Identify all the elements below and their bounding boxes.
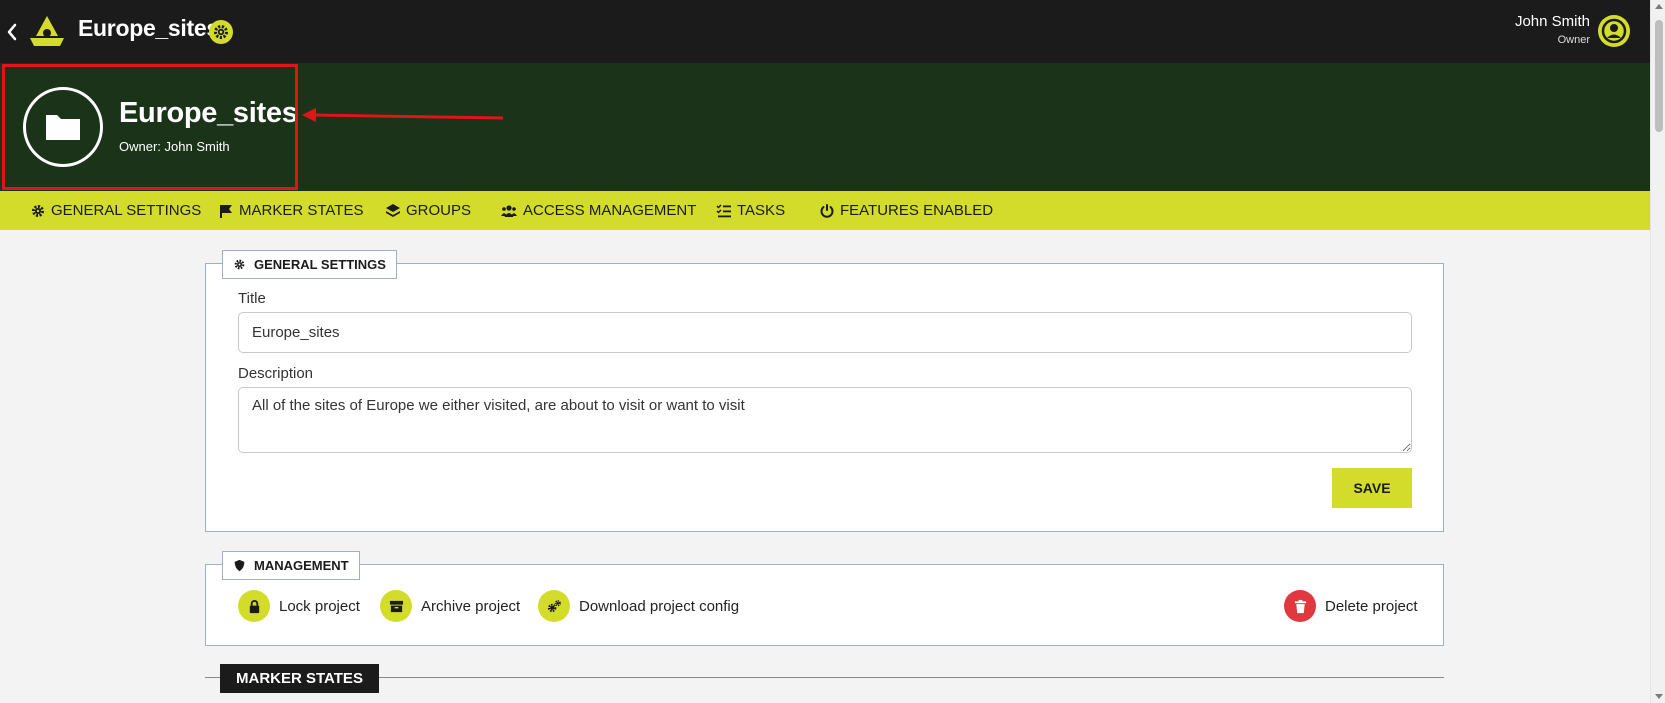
tab-marker-states[interactable]: MARKER STATES xyxy=(218,191,363,230)
vertical-scrollbar[interactable] xyxy=(1650,0,1665,703)
title-input[interactable] xyxy=(238,312,1412,353)
general-settings-legend: GENERAL SETTINGS xyxy=(222,250,397,279)
description-label: Description xyxy=(238,365,314,382)
archive-project-label: Archive project xyxy=(421,597,521,615)
tab-groups[interactable]: GROUPS xyxy=(385,191,471,230)
gears-icon xyxy=(538,590,570,622)
description-textarea[interactable]: All of the sites of Europe we either vis… xyxy=(238,387,1412,453)
legend-label: GENERAL SETTINGS xyxy=(254,257,386,272)
app-title: Europe_sites xyxy=(78,15,219,41)
scroll-thumb[interactable] xyxy=(1655,20,1663,132)
user-role: Owner xyxy=(1557,34,1590,46)
top-bar: Europe_sites John Smith Owner xyxy=(0,0,1650,63)
user-name: John Smith xyxy=(1514,13,1590,30)
save-button[interactable]: SAVE xyxy=(1332,468,1412,508)
gear-icon xyxy=(32,204,44,217)
flag-icon xyxy=(220,204,232,218)
management-legend: MANAGEMENT xyxy=(222,551,360,580)
app-logo-icon[interactable] xyxy=(28,14,66,48)
tab-tasks[interactable]: TASKS xyxy=(716,191,785,230)
annotation-highlight-box xyxy=(2,64,298,190)
download-project-config-label: Download project config xyxy=(579,597,740,615)
project-settings-button[interactable] xyxy=(209,20,233,44)
general-settings-panel: GENERAL SETTINGS Title Description All o… xyxy=(205,250,1444,532)
tab-label: MARKER STATES xyxy=(239,202,364,219)
annotation-arrow-icon xyxy=(302,108,504,122)
title-label: Title xyxy=(238,290,266,307)
delete-project-label: Delete project xyxy=(1325,597,1418,615)
user-info: John Smith Owner xyxy=(1515,13,1590,46)
tab-general-settings[interactable]: GENERAL SETTINGS xyxy=(30,191,201,230)
archive-project-button[interactable]: Archive project xyxy=(380,589,520,623)
shield-icon xyxy=(234,559,245,572)
tab-bar: GENERAL SETTINGS MARKER STATES GROUPS AC… xyxy=(0,191,1650,230)
tab-label: GROUPS xyxy=(406,202,472,219)
chevron-left-icon xyxy=(7,23,17,41)
delete-project-button[interactable]: Delete project xyxy=(1284,589,1418,623)
power-icon xyxy=(820,203,834,218)
users-icon xyxy=(501,204,517,217)
tab-label: GENERAL SETTINGS xyxy=(51,202,202,219)
tab-label: TASKS xyxy=(737,202,786,219)
scroll-up-arrow-icon[interactable] xyxy=(1655,4,1663,9)
download-project-config-button[interactable]: Download project config xyxy=(538,589,739,623)
checklist-icon xyxy=(716,203,731,217)
user-icon xyxy=(1601,18,1627,44)
legend-label: MANAGEMENT xyxy=(254,558,349,573)
user-avatar[interactable] xyxy=(1598,15,1630,47)
lock-icon xyxy=(238,590,270,622)
trash-icon xyxy=(1284,590,1316,622)
management-panel: MANAGEMENT Lock project Archive project … xyxy=(205,551,1444,646)
gear-icon xyxy=(214,25,228,39)
layers-icon xyxy=(386,203,400,217)
scroll-down-arrow-icon[interactable] xyxy=(1655,694,1663,699)
back-button[interactable] xyxy=(4,18,20,46)
tab-features-enabled[interactable]: FEATURES ENABLED xyxy=(819,191,993,230)
lock-project-button[interactable]: Lock project xyxy=(238,589,360,623)
archive-icon xyxy=(380,590,412,622)
tab-label: FEATURES ENABLED xyxy=(840,202,994,219)
tab-label: ACCESS MANAGEMENT xyxy=(523,202,697,219)
lock-project-label: Lock project xyxy=(279,597,360,615)
section-divider xyxy=(205,677,1444,678)
gear-icon xyxy=(234,259,245,270)
tab-access-management[interactable]: ACCESS MANAGEMENT xyxy=(500,191,696,230)
marker-states-heading: MARKER STATES xyxy=(220,664,379,693)
